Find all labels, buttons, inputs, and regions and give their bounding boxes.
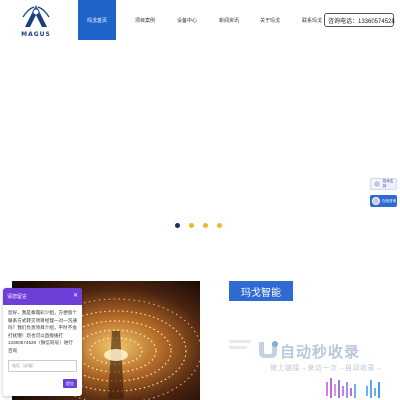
- chat-header: 请您留言 ✕: [3, 288, 82, 305]
- tech-support-button[interactable]: 技术支持: [370, 178, 397, 190]
- nav-item-home[interactable]: 玛戈首页: [78, 0, 116, 40]
- carousel-dot[interactable]: [189, 223, 194, 228]
- carousel-dot[interactable]: [203, 223, 208, 228]
- avatar: [372, 197, 380, 205]
- section-tag: 玛戈智能: [229, 281, 293, 301]
- site-header: MAGUS 玛戈首页 项目案例 设备中心 新闻资讯 关于玛戈 联系玛戈 咨询电话…: [0, 0, 400, 40]
- nav-item-equipment[interactable]: 设备中心: [168, 0, 206, 40]
- watermark-main-text: 自动秒收录: [280, 344, 361, 361]
- nav-item-about[interactable]: 关于玛戈: [251, 0, 289, 40]
- faded-text-line: [229, 346, 247, 349]
- online-consult-button[interactable]: 在线咨询: [370, 195, 397, 207]
- logo[interactable]: MAGUS: [20, 3, 52, 39]
- logo-text: MAGUS: [21, 31, 51, 38]
- tech-support-label: 技术支持: [382, 179, 394, 188]
- chat-title: 请您留言: [7, 294, 28, 300]
- watermark: 自动秒收录 做上链接→来访一次→自动收录→: [256, 337, 400, 400]
- carousel-dot[interactable]: [175, 223, 180, 228]
- watermark-sub-text: 做上链接→来访一次→自动收录→: [270, 365, 383, 372]
- phone-box[interactable]: 咨询电话：13360574528: [324, 13, 395, 27]
- online-consult-label: 在线咨询: [382, 198, 396, 203]
- watermark-bars-icon: [326, 378, 380, 398]
- page: MAGUS 玛戈首页 项目案例 设备中心 新闻资讯 关于玛戈 联系玛戈 咨询电话…: [0, 0, 400, 400]
- nav-item-news[interactable]: 新闻资讯: [210, 0, 248, 40]
- chat-message: 您好，我是秦霞彩少姐，方便留个联系方式转交项目经理一对一沟通吗？我们负责项目介绍…: [8, 310, 77, 353]
- carousel-dots: [175, 223, 222, 228]
- carousel-dot[interactable]: [217, 223, 222, 228]
- watermark-logo-icon: [259, 341, 278, 358]
- logo-mark-icon: [22, 5, 50, 27]
- main-nav: 玛戈首页 项目案例 设备中心 新闻资讯 关于玛戈 联系玛戈: [78, 0, 331, 40]
- hero-banner[interactable]: [0, 40, 400, 235]
- submit-button[interactable]: 提交: [63, 379, 77, 388]
- chat-widget: 请您留言 ✕ 您好，我是秦霞彩少姐，方便留个联系方式转交项目经理一对一沟通吗？我…: [3, 288, 82, 396]
- close-icon[interactable]: ✕: [73, 292, 78, 299]
- faded-text-line: [229, 340, 251, 343]
- phone-input[interactable]: 电话（必填）: [8, 360, 77, 372]
- avatar: [373, 180, 381, 188]
- nav-item-projects[interactable]: 项目案例: [126, 0, 164, 40]
